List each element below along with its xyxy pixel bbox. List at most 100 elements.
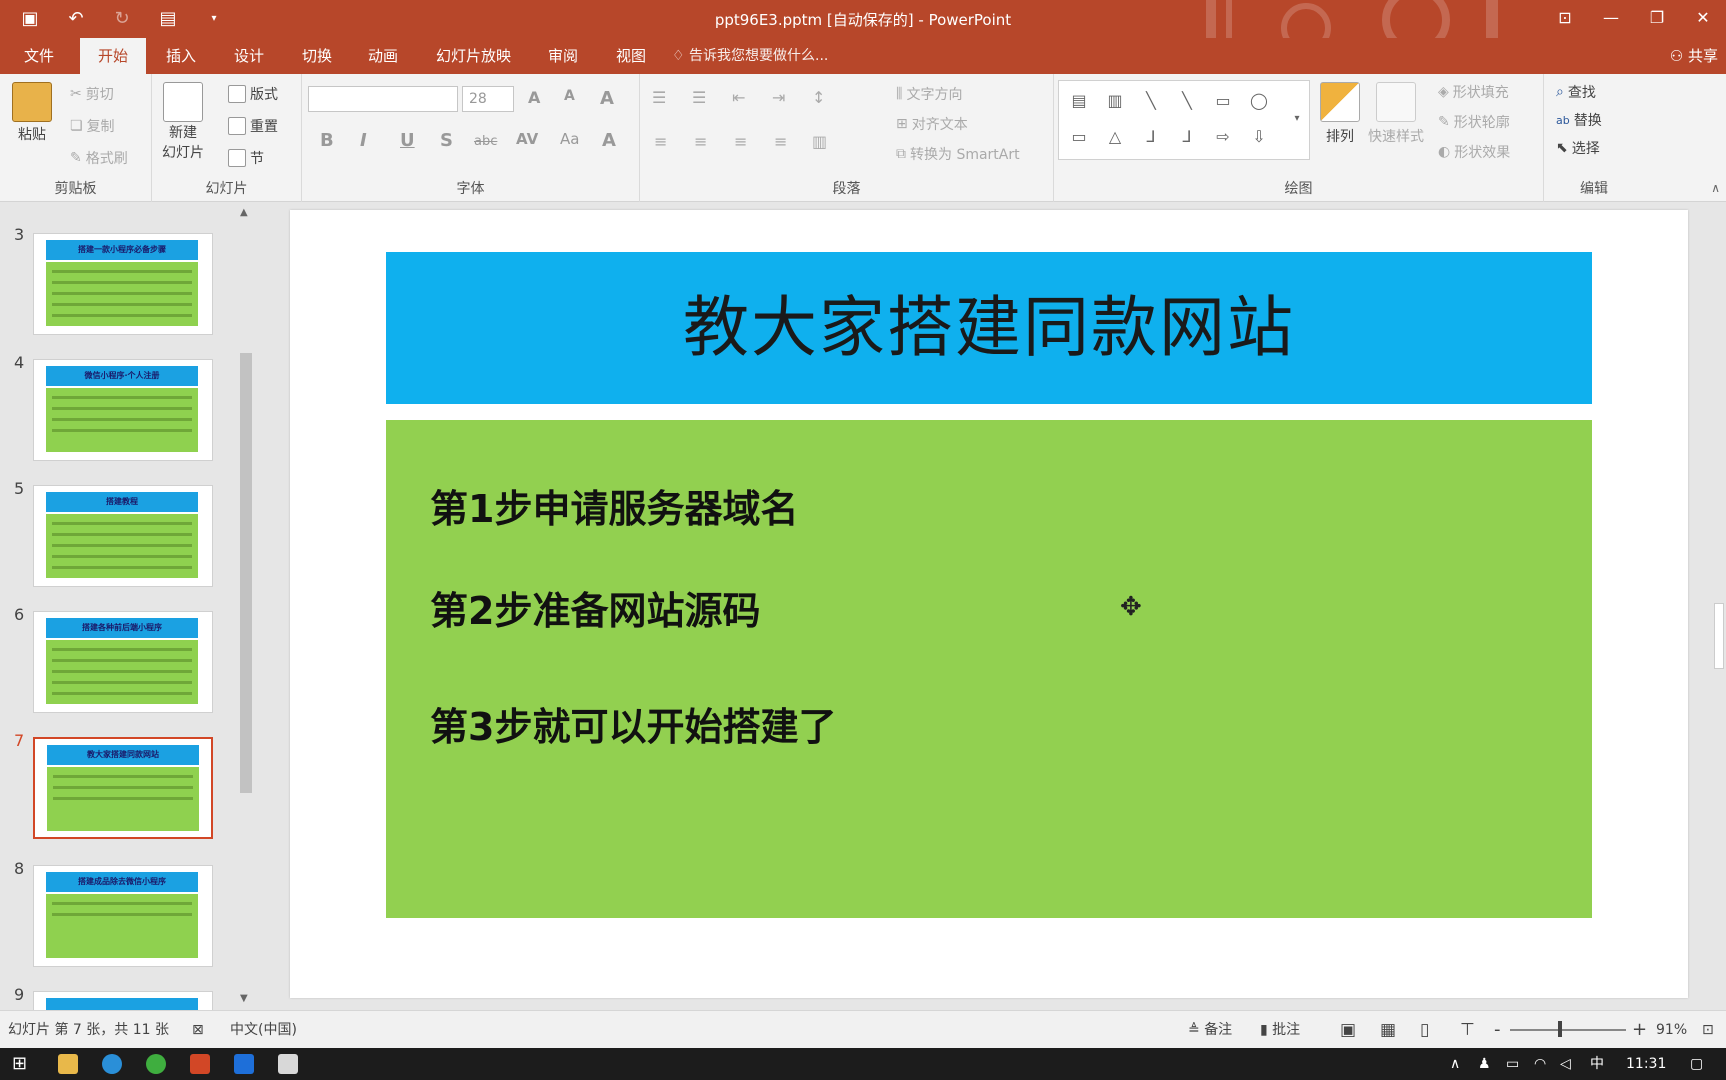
browser-icon[interactable] (146, 1054, 166, 1074)
spell-check-icon[interactable]: ⊠ (192, 1011, 204, 1049)
reset-button[interactable]: 重置 (228, 116, 278, 136)
ribbon-display-options-icon[interactable]: ⊡ (1542, 0, 1588, 34)
quick-styles-button[interactable]: 快速样式 (1368, 82, 1424, 146)
line-shape-icon[interactable]: ╲ (1141, 91, 1161, 111)
tray-app-icon[interactable]: ♟ (1478, 1048, 1491, 1080)
minimize-icon[interactable]: — (1588, 0, 1634, 34)
scroll-down-icon[interactable]: ▼ (240, 993, 248, 1004)
italic-icon[interactable]: I (360, 130, 367, 151)
clear-format-icon[interactable]: A (600, 88, 614, 109)
format-painter-button[interactable]: ✎ 格式刷 (70, 148, 128, 168)
tell-me-box[interactable]: ♢ 告诉我您想要做什么... (672, 38, 828, 74)
vertical-textbox-shape-icon[interactable]: ▥ (1105, 91, 1125, 111)
elbow-arrow-shape-icon[interactable]: ⅃ (1177, 127, 1197, 147)
elbow-connector-shape-icon[interactable]: ⅃ (1141, 127, 1161, 147)
battery-icon[interactable]: ▭ (1506, 1048, 1519, 1080)
slide-scroll-thumb[interactable] (1714, 603, 1724, 669)
comments-button[interactable]: ▮ 批注 (1260, 1011, 1300, 1049)
slide-title-box[interactable]: 教大家搭建同款网站 (386, 252, 1592, 404)
align-text-button[interactable]: ⊞ 对齐文本 (896, 114, 968, 134)
restore-icon[interactable]: ❐ (1634, 0, 1680, 34)
font-color-icon[interactable]: A (602, 130, 616, 151)
edge-browser-icon[interactable] (102, 1054, 122, 1074)
font-name-box[interactable] (308, 86, 458, 112)
powerpoint-taskbar-icon[interactable] (190, 1054, 210, 1074)
layout-button[interactable]: 版式 (228, 84, 278, 104)
numbering-icon[interactable]: ☰ (692, 88, 706, 107)
tab-insert[interactable]: 插入 (148, 38, 214, 74)
align-right-icon[interactable]: ≡ (734, 132, 747, 151)
slide-thumbnail-5[interactable]: 搭建教程 (33, 485, 213, 587)
down-arrow-shape-icon[interactable]: ⇩ (1249, 127, 1269, 147)
share-button[interactable]: ⚇ 共享 (1670, 38, 1718, 74)
slide-content-box[interactable]: 第1步申请服务器域名 第2步准备网站源码 第3步就可以开始搭建了 (386, 420, 1592, 918)
decrease-indent-icon[interactable]: ⇤ (732, 88, 745, 107)
new-slide-button[interactable]: 新建 幻灯片 (162, 82, 204, 162)
volume-icon[interactable]: ◁ (1560, 1048, 1571, 1080)
font-size-box[interactable]: 28 (462, 86, 514, 112)
file-explorer-icon[interactable] (58, 1054, 78, 1074)
tab-review[interactable]: 审阅 (530, 38, 596, 74)
thumbnails-scrollbar[interactable]: ▲ ▼ (238, 203, 254, 1010)
tray-overflow-icon[interactable]: ∧ (1450, 1048, 1460, 1080)
tab-design[interactable]: 设计 (216, 38, 282, 74)
line-spacing-icon[interactable]: ↕ (812, 88, 825, 107)
language-indicator[interactable]: 中文(中国) (230, 1011, 297, 1049)
shape-effects-button[interactable]: ◐ 形状效果 (1438, 142, 1510, 162)
gallery-more-icon[interactable]: ▾ (1287, 109, 1307, 129)
increase-indent-icon[interactable]: ⇥ (772, 88, 785, 107)
find-button[interactable]: ⌕ 查找 (1556, 82, 1596, 102)
tab-file[interactable]: 文件 (6, 38, 72, 74)
rounded-rect-shape-icon[interactable]: ▭ (1069, 127, 1089, 147)
zoom-in-button[interactable]: + (1632, 1011, 1647, 1049)
ime-indicator[interactable]: 中 (1590, 1048, 1604, 1080)
line-arrow-shape-icon[interactable]: ╲ (1177, 91, 1197, 111)
copy-button[interactable]: ❏ 复制 (70, 116, 115, 136)
cut-button[interactable]: ✂ 剪切 (70, 84, 114, 104)
slide-thumbnail-7[interactable]: 教大家搭建同款网站 (33, 737, 213, 839)
convert-smartart-button[interactable]: ⧉ 转换为 SmartArt (896, 144, 1020, 164)
zoom-slider-track[interactable] (1510, 1029, 1626, 1031)
shape-fill-button[interactable]: ◈ 形状填充 (1438, 82, 1509, 102)
justify-icon[interactable]: ≡ (774, 132, 787, 151)
reading-view-icon[interactable]: ▯ (1420, 1011, 1429, 1049)
shrink-font-icon[interactable]: A (564, 88, 575, 104)
triangle-shape-icon[interactable]: △ (1105, 127, 1125, 147)
bullets-icon[interactable]: ☰ (652, 88, 666, 107)
change-case-icon[interactable]: Aa (560, 130, 579, 148)
slide-scrollbar[interactable] (1708, 203, 1726, 1010)
zoom-slider-thumb[interactable] (1558, 1021, 1562, 1037)
tab-animations[interactable]: 动画 (350, 38, 416, 74)
slide-thumbnail-9[interactable] (33, 991, 213, 1010)
bold-icon[interactable]: B (320, 130, 334, 151)
columns-icon[interactable]: ▥ (812, 132, 827, 151)
app-taskbar-icon[interactable] (234, 1054, 254, 1074)
tab-transitions[interactable]: 切换 (284, 38, 350, 74)
slide-thumbnail-6[interactable]: 搭建各种前后端小程序 (33, 611, 213, 713)
wifi-icon[interactable]: ◠ (1534, 1048, 1546, 1080)
grow-font-icon[interactable]: A (528, 88, 540, 107)
slide-thumbnail-4[interactable]: 微信小程序·个人注册 (33, 359, 213, 461)
slideshow-view-icon[interactable]: ⊤ (1460, 1011, 1475, 1049)
arrange-button[interactable]: 排列 (1320, 82, 1360, 146)
oval-shape-icon[interactable]: ◯ (1249, 91, 1269, 111)
close-icon[interactable]: ✕ (1680, 0, 1726, 34)
slide-sorter-icon[interactable]: ▦ (1380, 1011, 1396, 1049)
section-button[interactable]: 节 (228, 148, 264, 168)
normal-view-icon[interactable]: ▣ (1340, 1011, 1356, 1049)
clock[interactable]: 11:31 (1626, 1048, 1666, 1080)
replace-button[interactable]: ab 替换 (1556, 110, 1602, 130)
shape-outline-button[interactable]: ✎ 形状轮廓 (1438, 112, 1510, 132)
document-taskbar-icon[interactable] (278, 1054, 298, 1074)
slide-thumbnail-3[interactable]: 搭建一款小程序必备步骤 (33, 233, 213, 335)
align-left-icon[interactable]: ≡ (654, 132, 667, 151)
collapse-ribbon-icon[interactable]: ∧ (1711, 181, 1720, 195)
notes-button[interactable]: ≜ 备注 (1188, 1011, 1232, 1049)
strikethrough-icon[interactable]: abc (474, 134, 497, 149)
char-spacing-icon[interactable]: AV (516, 130, 538, 148)
right-arrow-shape-icon[interactable]: ⇨ (1213, 127, 1233, 147)
tab-slideshow[interactable]: 幻灯片放映 (418, 38, 529, 74)
slide-thumbnail-8[interactable]: 搭建成品除去微信小程序 (33, 865, 213, 967)
paste-button[interactable]: 粘贴 (12, 82, 52, 144)
scroll-up-icon[interactable]: ▲ (240, 207, 248, 218)
